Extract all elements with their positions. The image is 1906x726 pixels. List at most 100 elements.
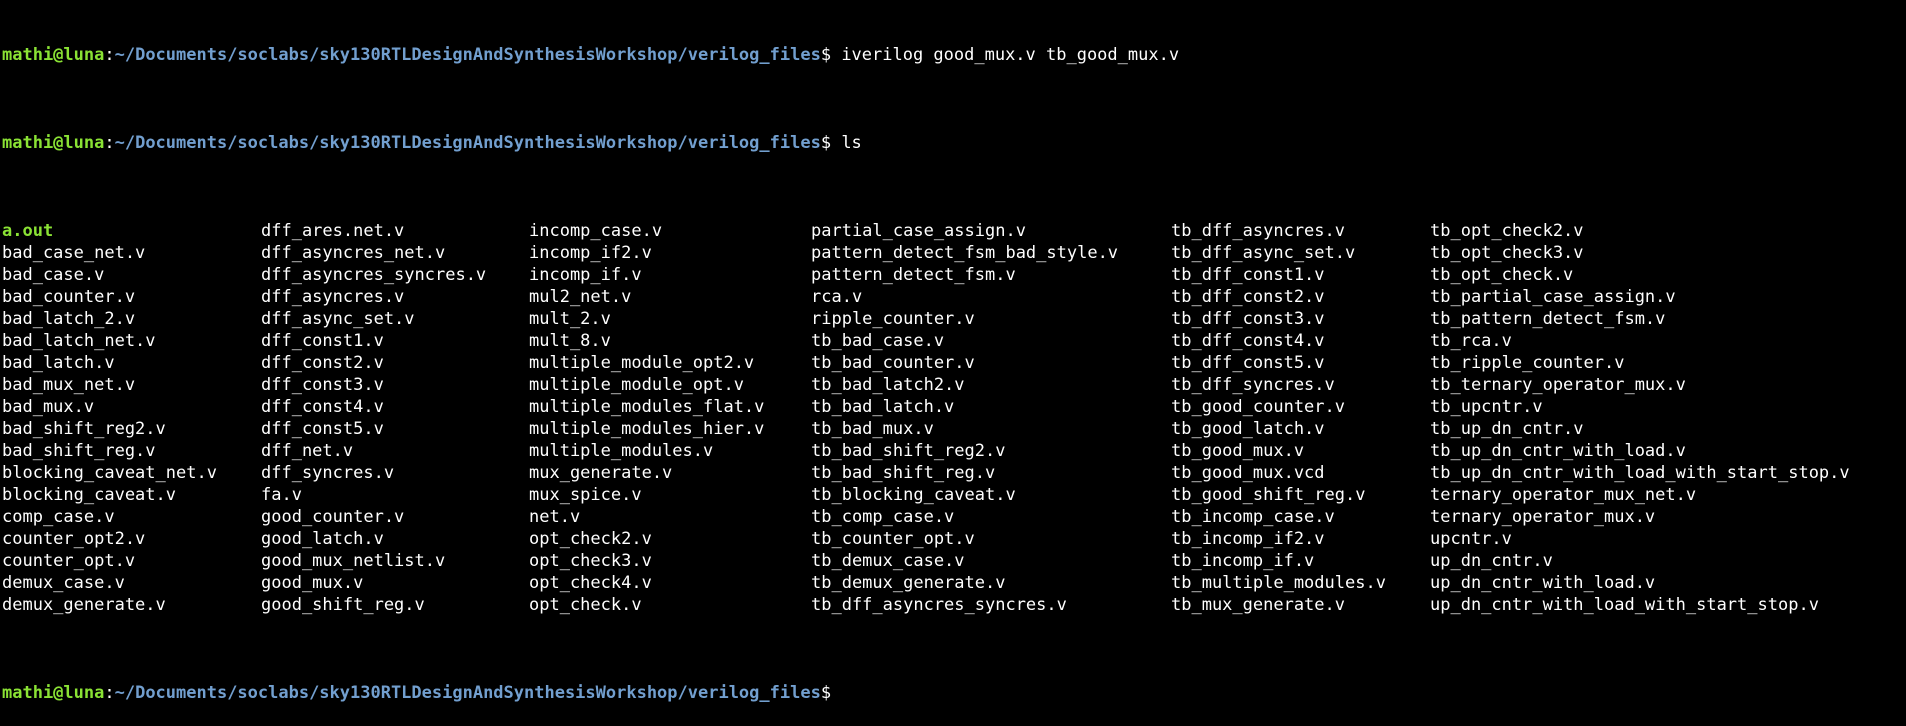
ls-file-entry: dff_const5.v [261, 419, 384, 439]
ls-file-entry: comp_case.v [2, 507, 115, 527]
ls-file-entry: demux_generate.v [2, 595, 166, 615]
ls-file-entry: mult_8.v [529, 331, 611, 351]
ls-file-entry: up_dn_cntr_with_load.v [1430, 573, 1656, 593]
ls-file-entry: dff_const1.v [261, 331, 384, 351]
prompt-dollar: $ [820, 683, 832, 703]
ls-file-entry: opt_check4.v [529, 573, 652, 593]
ls-file-entry: good_mux.v [261, 573, 364, 593]
ls-file-entry: multiple_modules_hier.v [529, 419, 765, 439]
ls-file-entry: mult_2.v [529, 309, 611, 329]
ls-file-entry: tb_good_mux.vcd [1171, 463, 1325, 483]
ls-file-entry: bad_mux.v [2, 397, 95, 417]
ls-file-entry: opt_check2.v [529, 529, 652, 549]
ls-file-entry: tb_bad_shift_reg.v [811, 463, 996, 483]
ls-file-entry: tb_ternary_operator_mux.v [1430, 375, 1686, 395]
ls-file-entry: tb_bad_latch2.v [811, 375, 965, 395]
ls-file-entry: tb_pattern_detect_fsm.v [1430, 309, 1666, 329]
ls-file-entry: tb_dff_const4.v [1171, 331, 1325, 351]
ls-file-entry: tb_blocking_caveat.v [811, 485, 1016, 505]
ls-file-entry: bad_mux_net.v [2, 375, 136, 395]
ls-file-entry: tb_dff_async_set.v [1171, 243, 1356, 263]
ls-file-entry: pattern_detect_fsm.v [811, 265, 1016, 285]
ls-file-entry: tb_good_latch.v [1171, 419, 1325, 439]
ls-file-entry: tb_multiple_modules.v [1171, 573, 1386, 593]
ls-file-entry: counter_opt.v [2, 551, 136, 571]
command-text: ls [831, 133, 862, 153]
command-text: iverilog good_mux.v tb_good_mux.v [831, 45, 1180, 65]
ls-file-entry: bad_latch.v [2, 353, 115, 373]
ls-file-entry: net.v [529, 507, 581, 527]
ls-file-entry: tb_opt_check3.v [1430, 243, 1584, 263]
prompt-user-host: mathi@luna [2, 683, 105, 703]
ls-file-entry: bad_latch_2.v [2, 309, 136, 329]
ls-file-entry: bad_case.v [2, 265, 105, 285]
ls-file-entry: tb_upcntr.v [1430, 397, 1543, 417]
prompt-path: ~/Documents/soclabs/sky130RTLDesignAndSy… [114, 683, 821, 703]
ls-file-entry: multiple_module_opt2.v [529, 353, 755, 373]
ls-file-entry: tb_bad_shift_reg2.v [811, 441, 1006, 461]
ls-file-entry: tb_dff_const5.v [1171, 353, 1325, 373]
ls-file-entry: rca.v [811, 287, 863, 307]
ls-file-entry: tb_demux_case.v [811, 551, 965, 571]
ls-file-entry: tb_incomp_case.v [1171, 507, 1335, 527]
ls-file-entry: incomp_if.v [529, 265, 642, 285]
ls-file-entry: dff_const2.v [261, 353, 384, 373]
ls-file-entry: pattern_detect_fsm_bad_style.v [811, 243, 1119, 263]
ls-file-entry: dff_asyncres.v [261, 287, 405, 307]
prompt-line-2: mathi@luna:~/Documents/soclabs/sky130RTL… [2, 132, 1906, 154]
ls-file-entry: mul2_net.v [529, 287, 632, 307]
ls-file-entry: mux_spice.v [529, 485, 642, 505]
ls-file-entry: upcntr.v [1430, 529, 1512, 549]
terminal-window[interactable]: mathi@luna:~/Documents/soclabs/sky130RTL… [0, 0, 1906, 703]
ls-file-entry: multiple_modules_flat.v [529, 397, 765, 417]
ls-file-entry: tb_partial_case_assign.v [1430, 287, 1676, 307]
ls-file-entry: tb_dff_const1.v [1171, 265, 1325, 285]
ls-file-entry: ternary_operator_mux.v [1430, 507, 1656, 527]
ls-file-entry: bad_latch_net.v [2, 331, 156, 351]
ls-file-entry: tb_dff_const2.v [1171, 287, 1325, 307]
ls-file-entry: bad_shift_reg2.v [2, 419, 166, 439]
ls-file-entry: counter_opt2.v [2, 529, 146, 549]
ls-file-entry: dff_syncres.v [261, 463, 395, 483]
ls-file-entry: demux_case.v [2, 573, 125, 593]
ls-file-entry: up_dn_cntr_with_load_with_start_stop.v [1430, 595, 1819, 615]
ls-file-entry: tb_demux_generate.v [811, 573, 1006, 593]
ls-file-entry: dff_async_set.v [261, 309, 415, 329]
ls-file-entry: dff_ares.net.v [261, 221, 405, 241]
ls-file-entry: a.out [2, 221, 54, 241]
prompt-separator: : [104, 683, 115, 703]
ls-file-entry: dff_net.v [261, 441, 354, 461]
ls-file-entry: tb_comp_case.v [811, 507, 955, 527]
ls-file-entry: tb_opt_check.v [1430, 265, 1574, 285]
ls-file-entry: dff_asyncres_syncres.v [261, 265, 487, 285]
ls-file-entry: bad_counter.v [2, 287, 136, 307]
ls-file-entry: good_counter.v [261, 507, 405, 527]
ls-file-entry: tb_rca.v [1430, 331, 1512, 351]
ls-file-entry: good_shift_reg.v [261, 595, 425, 615]
ls-file-entry: tb_incomp_if.v [1171, 551, 1315, 571]
prompt-path: ~/Documents/soclabs/sky130RTLDesignAndSy… [114, 45, 821, 65]
ls-file-entry: dff_asyncres_net.v [261, 243, 446, 263]
ls-file-entry: tb_mux_generate.v [1171, 595, 1345, 615]
prompt-separator: : [104, 133, 115, 153]
ls-file-entry: dff_const3.v [261, 375, 384, 395]
ls-file-entry: tb_up_dn_cntr_with_load_with_start_stop.… [1430, 463, 1850, 483]
prompt-dollar: $ [820, 45, 832, 65]
ls-file-entry: tb_opt_check2.v [1430, 221, 1584, 241]
ls-file-entry: tb_good_shift_reg.v [1171, 485, 1366, 505]
ls-file-entry: tb_bad_latch.v [811, 397, 955, 417]
ls-output: a.out dff_ares.net.v incomp_case.v partial_… [2, 220, 1906, 616]
prompt-separator: : [104, 45, 115, 65]
ls-file-entry: tb_counter_opt.v [811, 529, 975, 549]
prompt-user-host: mathi@luna [2, 45, 105, 65]
ls-file-entry: tb_dff_const3.v [1171, 309, 1325, 329]
prompt-line-3[interactable]: mathi@luna:~/Documents/soclabs/sky130RTL… [2, 682, 1906, 704]
prompt-user-host: mathi@luna [2, 133, 105, 153]
ls-file-entry: partial_case_assign.v [811, 221, 1026, 241]
ls-file-entry: fa.v [261, 485, 302, 505]
ls-file-entry: blocking_caveat_net.v [2, 463, 217, 483]
ls-file-entry: incomp_case.v [529, 221, 663, 241]
ls-file-entry: tb_good_mux.v [1171, 441, 1305, 461]
ls-file-entry: ternary_operator_mux_net.v [1430, 485, 1697, 505]
ls-file-entry: tb_dff_asyncres_syncres.v [811, 595, 1067, 615]
